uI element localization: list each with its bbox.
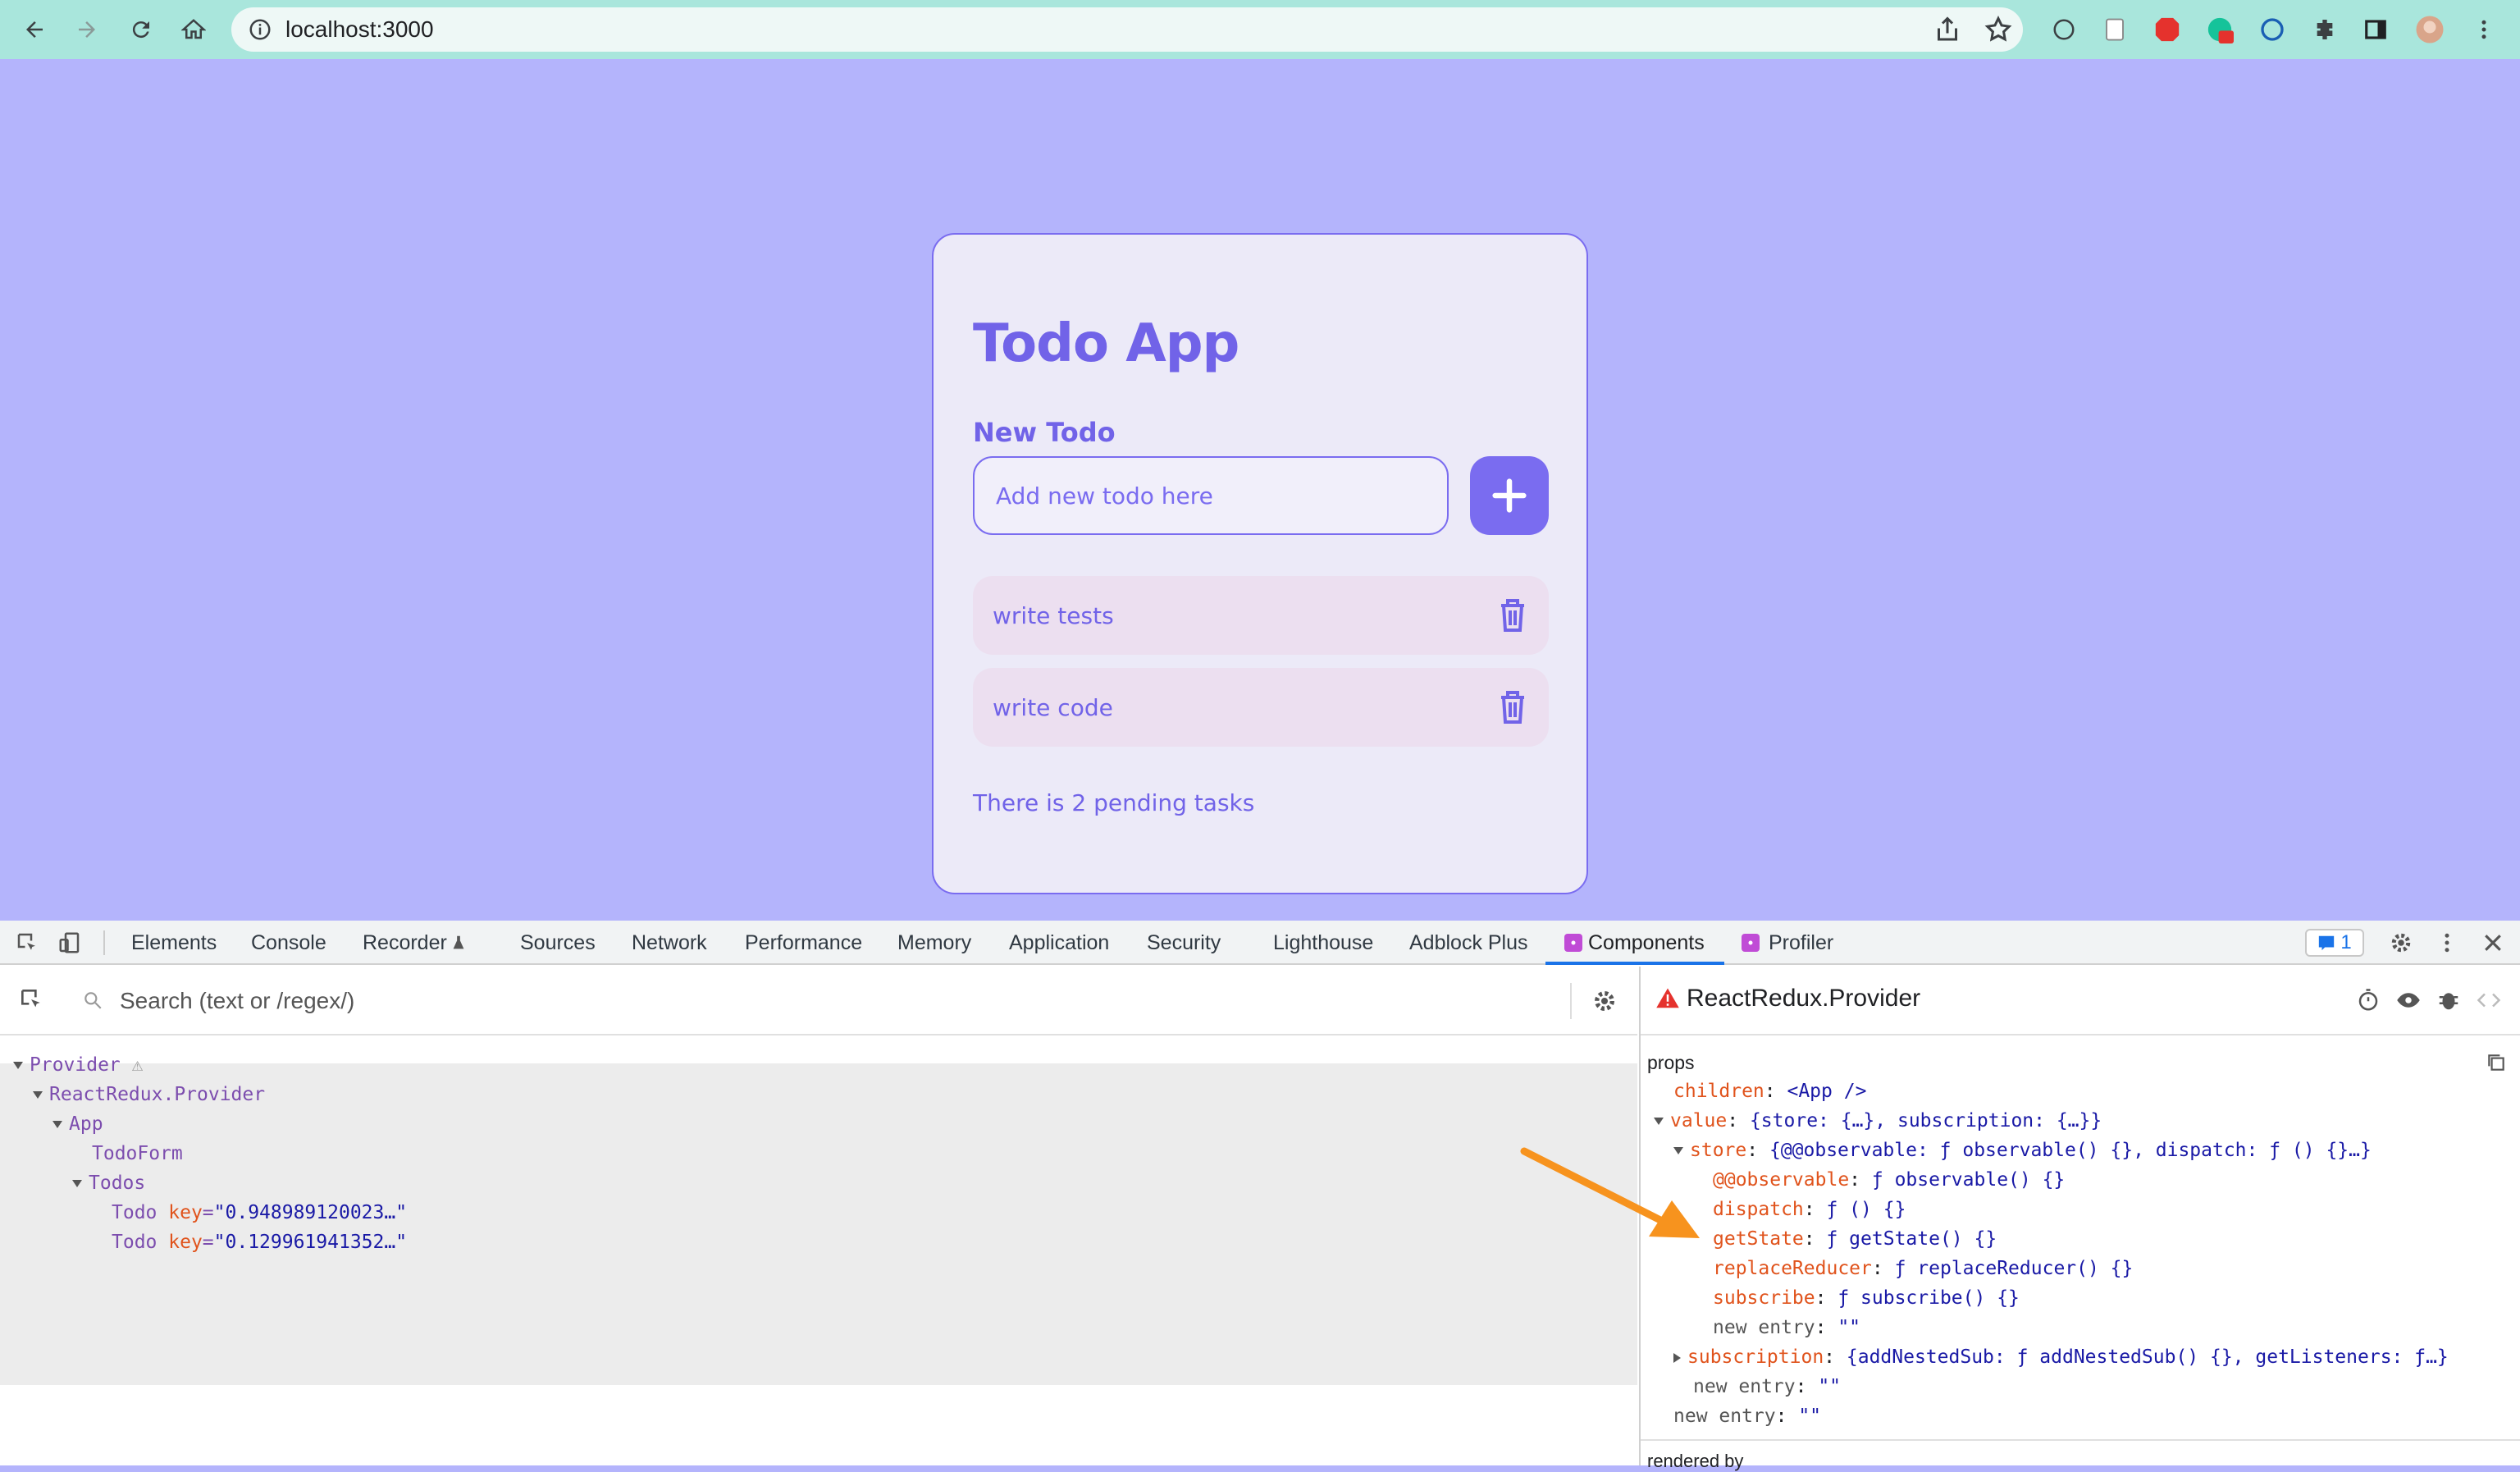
issues-count: 1 <box>2340 931 2352 953</box>
tab-sources[interactable]: Sources <box>520 921 596 965</box>
prop-row[interactable]: replaceReducer: ƒ replaceReducer() {} <box>1713 1254 2133 1283</box>
eye-icon[interactable] <box>2395 988 2422 1013</box>
annotation-arrow-icon <box>1520 1147 1700 1238</box>
extension-icon[interactable] <box>2049 15 2079 44</box>
menu-kebab-icon[interactable] <box>2435 930 2459 955</box>
bookmark-star-icon[interactable] <box>1984 15 2013 44</box>
tab-application[interactable]: Application <box>1009 921 1109 965</box>
device-toolbar-icon[interactable] <box>57 930 82 955</box>
todo-item: write tests <box>973 576 1549 655</box>
prop-row[interactable]: @@observable: ƒ observable() {} <box>1713 1165 2065 1195</box>
prop-row[interactable]: subscribe: ƒ subscribe() {} <box>1713 1283 2020 1313</box>
app-page: Todo App New Todo write tests write code… <box>0 59 2520 921</box>
plus-icon <box>1492 478 1527 513</box>
new-entry-row[interactable]: new entry: "" <box>1713 1313 1860 1342</box>
props-section-label: props <box>1647 1052 1695 1073</box>
stopwatch-icon[interactable] <box>2356 988 2381 1013</box>
todo-text: write code <box>993 694 1113 721</box>
home-icon[interactable] <box>176 11 212 48</box>
prop-row[interactable]: subscription: {addNestedSub: ƒ addNested… <box>1673 1342 2449 1372</box>
gear-icon[interactable] <box>1591 988 1618 1014</box>
forward-icon[interactable] <box>69 11 105 48</box>
tab-recorder[interactable]: Recorder <box>363 921 447 965</box>
select-component-icon[interactable] <box>18 986 44 1013</box>
pending-count: There is 2 pending tasks <box>973 789 1255 816</box>
tab-security[interactable]: Security <box>1147 921 1221 965</box>
back-icon[interactable] <box>16 11 52 48</box>
close-icon[interactable] <box>2481 930 2505 955</box>
inspector-header: ReactRedux.Provider <box>1641 967 2520 1035</box>
new-entry-row[interactable]: new entry: "" <box>1693 1372 1841 1401</box>
address-bar[interactable]: localhost:3000 <box>231 7 2023 52</box>
tab-lighthouse[interactable]: Lighthouse <box>1273 921 1373 965</box>
extension-icon[interactable] <box>2258 15 2287 44</box>
adblock-plus-icon[interactable] <box>2152 15 2182 44</box>
devtools-tabbar: Elements Console Recorder Sources Networ… <box>0 921 2520 965</box>
new-entry-row[interactable]: new entry: "" <box>1673 1401 1821 1431</box>
tab-memory[interactable]: Memory <box>897 921 971 965</box>
todo-item: write code <box>973 668 1549 747</box>
divider <box>103 930 105 955</box>
site-info-icon[interactable] <box>248 17 272 42</box>
issues-badge[interactable]: 1 <box>2305 929 2364 957</box>
flask-icon <box>453 935 464 949</box>
todo-text: write tests <box>993 602 1114 629</box>
prop-row[interactable]: children: <App /> <box>1673 1077 1866 1106</box>
add-todo-button[interactable] <box>1470 456 1549 535</box>
tree-node-reactredux-provider[interactable]: ReactRedux.Provider <box>33 1080 265 1109</box>
new-todo-label: New Todo <box>973 417 1116 448</box>
tab-profiler[interactable]: Profiler <box>1769 921 1833 965</box>
avatar[interactable] <box>2415 15 2445 44</box>
tree-node-provider[interactable]: Provider ⚠ <box>13 1050 144 1080</box>
tree-node-todo[interactable]: Todo key="0.129961941352…" <box>112 1227 407 1257</box>
prop-row[interactable]: value: {store: {…}, subscription: {…}} <box>1654 1106 2102 1136</box>
prop-row[interactable]: dispatch: ƒ () {} <box>1713 1195 1906 1224</box>
url-text: localhost:3000 <box>285 16 434 42</box>
tree-node-todo[interactable]: Todo key="0.948989120023…" <box>112 1198 407 1227</box>
tab-console[interactable]: Console <box>251 921 326 965</box>
component-tree-pane: Provider ⚠ ReactRedux.Provider App TodoF… <box>0 967 1637 1465</box>
prop-row[interactable]: store: {@@observable: ƒ observable() {},… <box>1673 1136 2372 1165</box>
tree-node-todos[interactable]: Todos <box>72 1168 145 1198</box>
divider <box>1570 983 1572 1019</box>
new-todo-input[interactable] <box>973 456 1449 535</box>
trash-icon[interactable] <box>1498 689 1527 725</box>
bug-icon[interactable] <box>2436 988 2461 1013</box>
chat-icon <box>2319 935 2335 951</box>
extension-icon[interactable] <box>2100 15 2130 44</box>
tab-components[interactable]: Components <box>1545 921 1724 965</box>
copy-icon[interactable] <box>2486 1052 2507 1073</box>
todo-card: Todo App New Todo write tests write code… <box>932 233 1588 894</box>
browser-toolbar: localhost:3000 <box>0 0 2520 59</box>
tab-network[interactable]: Network <box>632 921 707 965</box>
react-icon <box>1742 934 1760 952</box>
puzzle-icon[interactable] <box>2310 15 2340 44</box>
trash-icon[interactable] <box>1498 597 1527 633</box>
rendered-by-label: rendered by <box>1647 1451 1744 1471</box>
share-icon[interactable] <box>1933 15 1962 44</box>
menu-kebab-icon[interactable] <box>2469 15 2499 44</box>
code-brackets-icon[interactable] <box>2476 988 2502 1013</box>
gear-icon[interactable] <box>2389 930 2413 955</box>
prop-row[interactable]: getState: ƒ getState() {} <box>1713 1224 1997 1254</box>
props-inspector-pane: ReactRedux.Provider props children: <App… <box>1639 967 2520 1471</box>
tab-elements[interactable]: Elements <box>131 921 217 965</box>
tab-performance[interactable]: Performance <box>745 921 862 965</box>
tab-adblock-plus[interactable]: Adblock Plus <box>1409 921 1528 965</box>
tree-search-row <box>0 967 1637 1035</box>
page-title: Todo App <box>973 313 1239 374</box>
warning-icon <box>1656 988 1679 1008</box>
component-search-input[interactable] <box>120 983 1514 1019</box>
devtools-panel: Elements Console Recorder Sources Networ… <box>0 921 2520 1471</box>
inspect-element-icon[interactable] <box>15 930 39 955</box>
search-icon <box>84 992 102 1009</box>
side-panel-icon[interactable] <box>2361 15 2390 44</box>
selected-component-name: ReactRedux.Provider <box>1687 985 1921 1012</box>
tree-node-app[interactable]: App <box>52 1109 103 1139</box>
reload-icon[interactable] <box>123 11 159 48</box>
divider <box>1641 1439 2520 1441</box>
tree-node-todoform[interactable]: TodoForm <box>92 1139 183 1168</box>
grammarly-icon[interactable] <box>2205 15 2235 44</box>
